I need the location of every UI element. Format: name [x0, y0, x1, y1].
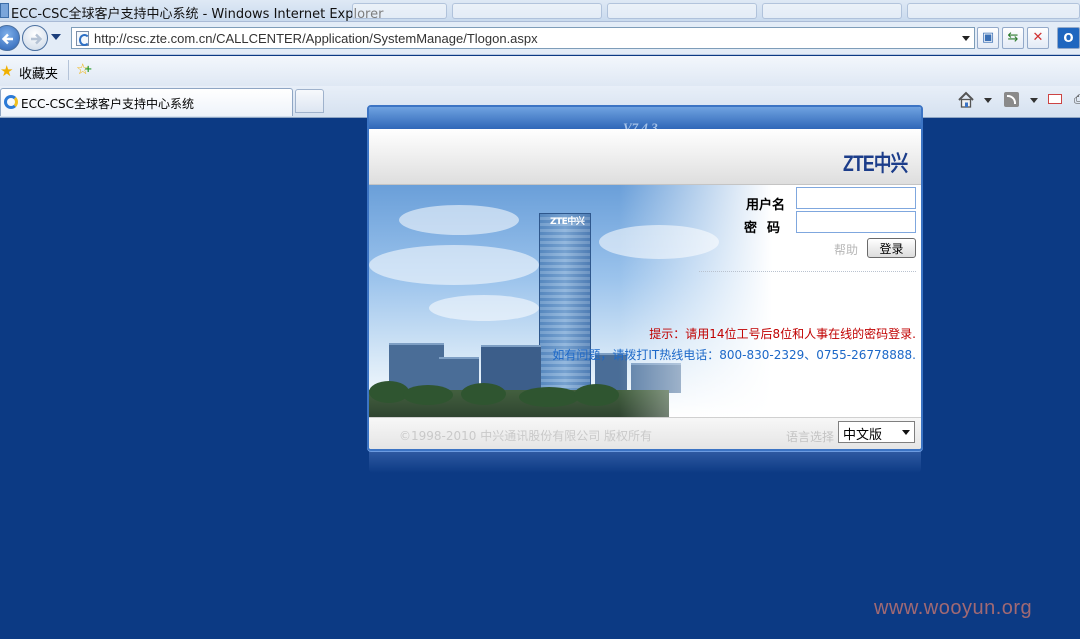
- ie-window-icon: [0, 3, 9, 18]
- support-hotline: 如有问题，请拨打IT热线电话：800-830-2329、0755-2677888…: [552, 348, 916, 362]
- print-icon[interactable]: ⎙: [1074, 92, 1080, 107]
- form-divider: [699, 271, 916, 272]
- zte-logo: ZTE中兴: [843, 151, 908, 176]
- mail-icon[interactable]: [1048, 94, 1062, 104]
- window-titlebar: ECC-CSC全球客户支持中心系统 - Windows Internet Exp…: [0, 0, 1080, 22]
- language-select[interactable]: 中文版: [838, 421, 915, 443]
- page-icon: [76, 31, 90, 46]
- compat-view-icon: ▣: [981, 30, 995, 45]
- window-title: ECC-CSC全球客户支持中心系统 - Windows Internet Exp…: [11, 7, 384, 22]
- feeds-icon[interactable]: [1004, 92, 1019, 107]
- compat-view-button[interactable]: ▣: [977, 27, 999, 49]
- login-panel: V7.4.3 ZTE中兴 ZTE中兴 用户名 密码 帮助 登录 提示：请用14位…: [367, 105, 923, 451]
- username-label: 用户名: [746, 198, 786, 213]
- background-taskbar-ghosts: [352, 2, 1080, 20]
- address-dropdown-icon[interactable]: [962, 36, 970, 41]
- stop-icon: ✕: [1032, 30, 1044, 45]
- favorites-button-label[interactable]: 收藏夹: [19, 63, 58, 82]
- forward-arrow-icon: [31, 33, 43, 45]
- back-button[interactable]: [0, 25, 20, 51]
- language-selected-value: 中文版: [843, 428, 883, 443]
- ie-logo-icon: [4, 95, 18, 109]
- login-hint: 提示：请用14位工号后8位和人事在线的密码登录.: [649, 327, 916, 341]
- search-provider-icon: O: [1063, 31, 1074, 45]
- panel-reflection: [369, 451, 921, 473]
- refresh-icon: ⇆: [1007, 30, 1019, 45]
- login-form: 用户名 密码 帮助 登录 提示：请用14位工号后8位和人事在线的密码登录. 如有…: [369, 185, 921, 417]
- tab-active[interactable]: ECC-CSC全球客户支持中心系统: [0, 88, 293, 116]
- recent-pages-dropdown[interactable]: [51, 34, 61, 40]
- language-label: 语言选择: [786, 430, 835, 444]
- add-favorite-icon[interactable]: ☆: [76, 60, 93, 78]
- url-text[interactable]: http://csc.zte.com.cn/CALLCENTER/Applica…: [94, 31, 538, 46]
- favorites-bar: ★ 收藏夹 ☆: [0, 56, 1080, 86]
- search-provider-button[interactable]: O: [1057, 27, 1080, 49]
- home-icon[interactable]: [957, 91, 975, 109]
- address-toolbar: http://csc.zte.com.cn/CALLCENTER/Applica…: [0, 22, 1080, 55]
- new-tab-button[interactable]: [295, 89, 324, 113]
- tab-label: ECC-CSC全球客户支持中心系统: [21, 97, 195, 111]
- feeds-dropdown-icon[interactable]: [1030, 98, 1038, 103]
- login-button[interactable]: 登录: [867, 238, 916, 258]
- password-input[interactable]: [796, 211, 916, 233]
- forward-button[interactable]: [22, 25, 48, 51]
- address-input[interactable]: http://csc.zte.com.cn/CALLCENTER/Applica…: [71, 27, 975, 49]
- favorites-separator: [68, 60, 69, 80]
- password-label: 密码: [744, 221, 791, 236]
- panel-header: ZTE中兴: [369, 129, 921, 185]
- stop-button[interactable]: ✕: [1027, 27, 1049, 49]
- refresh-button[interactable]: ⇆: [1002, 27, 1024, 49]
- panel-footer: ©1998-2010 中兴通讯股份有限公司 版权所有 语言选择 中文版: [369, 417, 921, 449]
- username-input[interactable]: [796, 187, 916, 209]
- favorites-star-icon[interactable]: ★: [0, 62, 13, 80]
- copyright-text: ©1998-2010 中兴通讯股份有限公司 版权所有: [399, 429, 653, 443]
- help-link[interactable]: 帮助: [834, 241, 858, 258]
- home-dropdown-icon[interactable]: [984, 98, 992, 103]
- chevron-down-icon: [902, 430, 910, 435]
- back-arrow-icon: [1, 33, 13, 45]
- watermark: www.wooyun.org: [874, 597, 1033, 619]
